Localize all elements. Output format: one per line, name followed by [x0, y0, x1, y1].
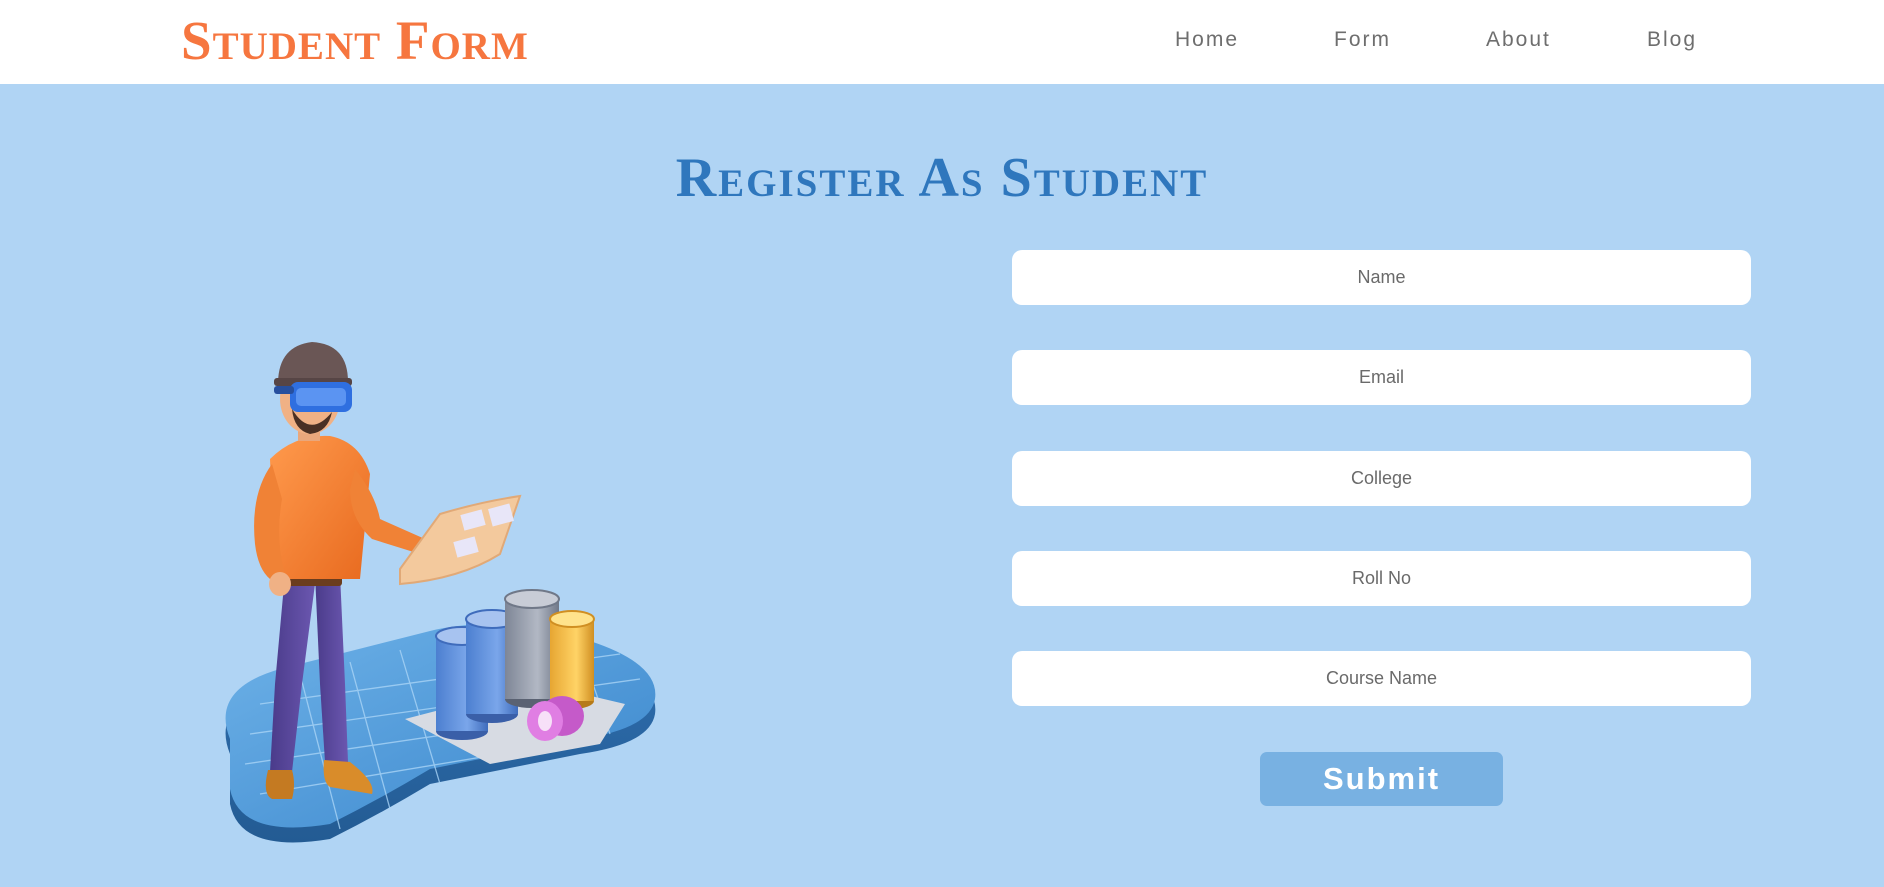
- nav-link-blog[interactable]: Blog: [1647, 24, 1697, 56]
- page-heading: Register As Student: [675, 147, 1209, 209]
- course-name-field[interactable]: [1012, 651, 1751, 706]
- college-field[interactable]: [1012, 451, 1751, 506]
- navbar: Student Form Home Form About Blog: [0, 0, 1884, 84]
- nav-link-home[interactable]: Home: [1175, 24, 1239, 56]
- person-with-vr-headset-and-charts-illustration: [225, 342, 656, 843]
- email-field[interactable]: [1012, 350, 1751, 405]
- nav-link-form[interactable]: Form: [1334, 24, 1391, 56]
- name-field[interactable]: [1012, 250, 1751, 305]
- roll-no-field[interactable]: [1012, 551, 1751, 606]
- submit-button[interactable]: Submit: [1260, 752, 1503, 806]
- nav-link-about[interactable]: About: [1486, 24, 1551, 56]
- main-section: Register As Student Name Email College R…: [0, 84, 1884, 887]
- nav-links: Home Form About Blog: [0, 24, 1884, 60]
